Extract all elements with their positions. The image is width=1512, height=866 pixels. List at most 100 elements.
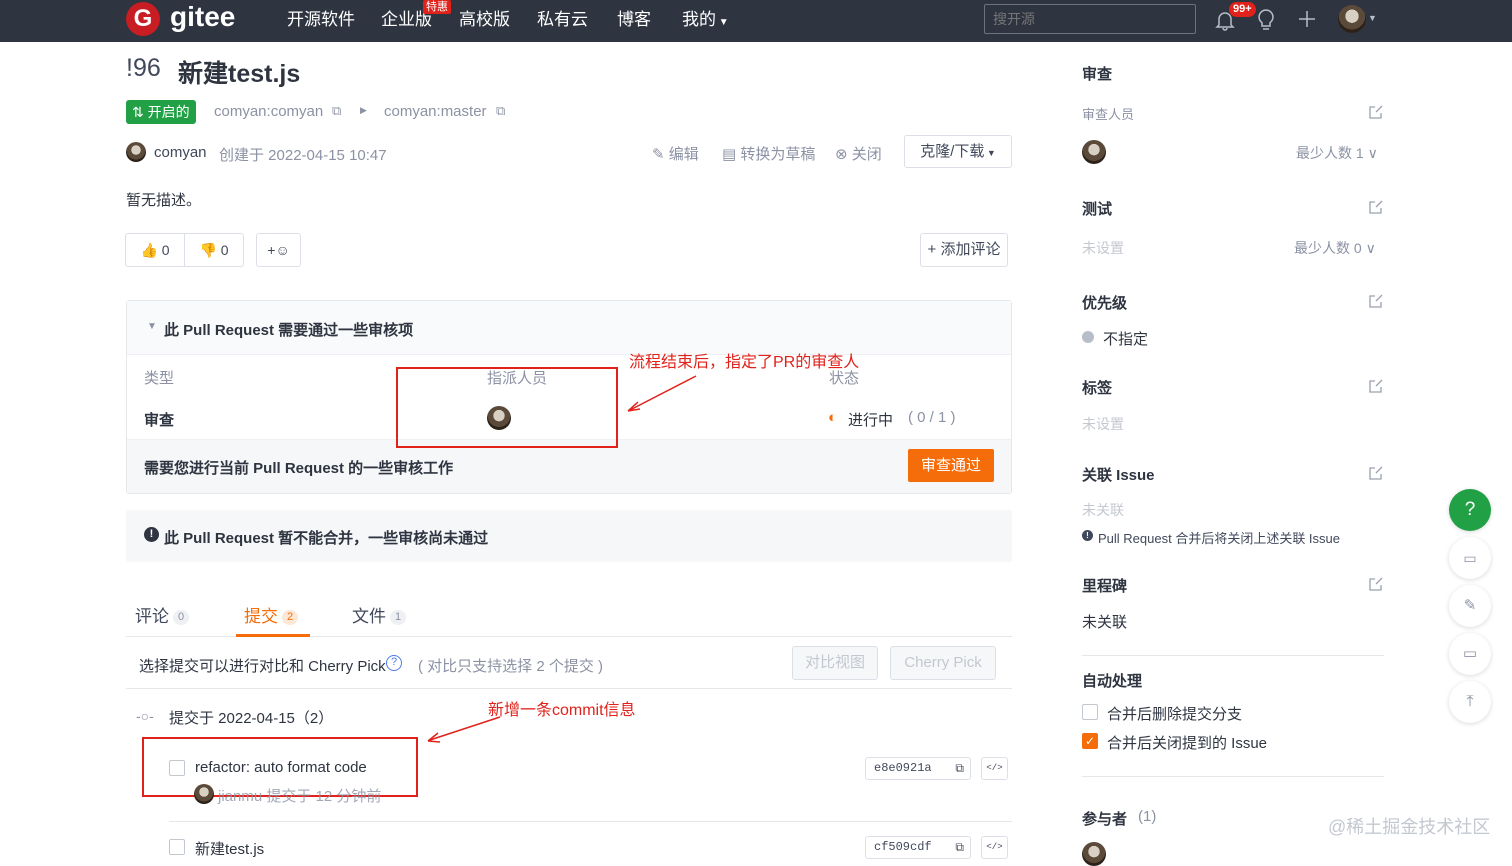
nav-item-edu[interactable]: 高校版 bbox=[459, 10, 510, 30]
tab-count: 1 bbox=[390, 610, 407, 626]
nav-item-opensource[interactable]: 开源软件 bbox=[287, 10, 355, 30]
gitee-logo-icon[interactable]: G bbox=[126, 2, 160, 36]
commit-message[interactable]: 新建test.js bbox=[195, 838, 264, 859]
commit-checkbox[interactable] bbox=[169, 760, 185, 776]
participant-avatar[interactable] bbox=[1082, 842, 1106, 866]
edit-icon[interactable] bbox=[1368, 293, 1384, 309]
tab-commits[interactable]: 提交 2 bbox=[244, 602, 299, 627]
user-avatar[interactable] bbox=[1338, 5, 1366, 33]
testers-min-select[interactable]: 最少人数 0 ∨ bbox=[1294, 238, 1376, 258]
author-avatar[interactable] bbox=[126, 142, 146, 162]
convert-draft-label: 转换为草稿 bbox=[740, 146, 816, 163]
arrow-up-icon: ⤒ bbox=[1466, 693, 1474, 710]
commit-meta: jianmu 提交于 12 分钟前 bbox=[218, 788, 382, 805]
thumbs-down-button[interactable]: 👎 0 bbox=[184, 233, 244, 267]
smile-icon: ☺ bbox=[275, 242, 290, 258]
edit-button[interactable]: ✎ 编辑 bbox=[652, 143, 699, 164]
edit-fab-button[interactable]: ✎ bbox=[1449, 585, 1491, 627]
commit-message[interactable]: refactor: auto format code bbox=[195, 759, 367, 776]
delete-branch-checkbox[interactable] bbox=[1082, 704, 1098, 720]
code-icon: ▭ bbox=[1463, 550, 1477, 566]
sidebar-milestone-title: 里程碑 bbox=[1082, 578, 1128, 595]
copy-icon[interactable]: ⧉ bbox=[955, 837, 964, 858]
help-icon[interactable]: ? bbox=[386, 655, 402, 671]
delete-branch-label: 合并后删除提交分支 bbox=[1107, 706, 1243, 723]
back-to-top-button[interactable]: ⤒ bbox=[1449, 681, 1491, 723]
copy-icon[interactable]: ⧉ bbox=[496, 103, 505, 119]
commit-compare-hint: 选择提交可以进行对比和 Cherry Pick bbox=[139, 658, 386, 675]
caret-down-icon[interactable]: ▼ bbox=[1368, 13, 1377, 23]
reviewers-min: 最少人数 1 bbox=[1296, 145, 1364, 161]
browse-code-button[interactable]: </> bbox=[981, 757, 1008, 780]
sidebar-labels-value: 未设置 bbox=[1082, 416, 1124, 432]
draft-icon: ▤ bbox=[722, 146, 741, 163]
reviewer-avatar[interactable] bbox=[1082, 140, 1106, 164]
edit-icon[interactable] bbox=[1368, 199, 1384, 215]
author-name[interactable]: comyan bbox=[154, 144, 207, 161]
plus-icon[interactable] bbox=[1297, 9, 1317, 29]
annotation-arrow-icon bbox=[427, 716, 501, 743]
testers-min: 最少人数 0 bbox=[1294, 240, 1362, 256]
nav-item-mine[interactable]: 我的 ▼ bbox=[682, 10, 729, 33]
copy-icon[interactable]: ⧉ bbox=[955, 758, 964, 779]
edit-icon[interactable] bbox=[1368, 465, 1384, 481]
thumbs-up-button[interactable]: 👍 0 bbox=[125, 233, 185, 267]
lightbulb-icon[interactable] bbox=[1256, 8, 1276, 32]
nav-item-blog[interactable]: 博客 bbox=[617, 10, 651, 30]
tab-count: 2 bbox=[282, 610, 299, 626]
pr-number: !96 bbox=[126, 54, 161, 82]
clone-download-label: 克隆/下载 bbox=[920, 143, 985, 160]
help-fab-button[interactable]: ? bbox=[1449, 489, 1491, 531]
edit-icon[interactable] bbox=[1368, 378, 1384, 394]
caret-down-icon[interactable]: ▼ bbox=[147, 321, 157, 332]
add-reaction-button[interactable]: +☺ bbox=[256, 233, 301, 267]
merge-notice-text: 此 Pull Request 暂不能合并，一些审核尚未通过 bbox=[164, 530, 489, 547]
gitee-logo-text[interactable]: gitee bbox=[170, 0, 235, 34]
target-branch[interactable]: comyan:master bbox=[384, 103, 487, 120]
sidebar-test-title: 测试 bbox=[1082, 201, 1113, 218]
commit-compare-subhint: ( 对比只支持选择 2 个提交 ) bbox=[418, 658, 604, 675]
sidebar-auto-title: 自动处理 bbox=[1082, 673, 1143, 690]
commit-checkbox[interactable] bbox=[169, 839, 185, 855]
notification-badge: 99+ bbox=[1229, 2, 1256, 17]
source-branch[interactable]: comyan:comyan bbox=[214, 103, 323, 120]
compare-view-button[interactable]: 对比视图 bbox=[792, 646, 878, 680]
review-notice: 需要您进行当前 Pull Request 的一些审核工作 bbox=[144, 460, 454, 477]
close-button[interactable]: ⊗ 关闭 bbox=[835, 143, 882, 164]
priority-dot-icon bbox=[1082, 331, 1094, 343]
search-input[interactable] bbox=[984, 4, 1196, 34]
divider bbox=[169, 821, 1012, 822]
sidebar-milestone-value: 未关联 bbox=[1082, 614, 1128, 631]
tab-files[interactable]: 文件 1 bbox=[352, 602, 407, 627]
nav-item-private-cloud[interactable]: 私有云 bbox=[537, 10, 588, 30]
edit-icon[interactable] bbox=[1368, 104, 1384, 120]
close-issue-checkbox[interactable]: ✓ bbox=[1082, 733, 1098, 749]
approve-button[interactable]: 审查通过 bbox=[908, 449, 994, 482]
copy-icon[interactable]: ⧉ bbox=[332, 103, 341, 119]
close-issue-label: 合并后关闭提到的 Issue bbox=[1107, 735, 1268, 752]
tab-comments-label: 评论 bbox=[135, 607, 169, 626]
commit-author-avatar[interactable] bbox=[194, 784, 214, 804]
sidebar-reviewers-label: 审查人员 bbox=[1082, 107, 1135, 122]
edit-icon[interactable] bbox=[1368, 576, 1384, 592]
reviewers-min-select[interactable]: 最少人数 1 ∨ bbox=[1296, 143, 1378, 163]
tab-files-label: 文件 bbox=[352, 607, 386, 626]
review-status: 进行中 bbox=[848, 412, 894, 429]
status-badge-label: 开启的 bbox=[147, 104, 190, 120]
commit-sha[interactable]: cf509cdf ⧉ bbox=[865, 836, 971, 859]
convert-draft-button[interactable]: ▤ 转换为草稿 bbox=[722, 143, 815, 164]
code-fab-button[interactable]: ▭ bbox=[1449, 537, 1491, 579]
add-comment-button[interactable]: + 添加评论 bbox=[920, 233, 1008, 267]
created-time: 创建于 2022-04-15 10:47 bbox=[219, 147, 387, 164]
tab-comments[interactable]: 评论 0 bbox=[135, 602, 190, 627]
annotation-commit: 新增一条commit信息 bbox=[488, 702, 636, 719]
annotation-box bbox=[396, 367, 618, 448]
clone-download-button[interactable]: 克隆/下载 ▼ bbox=[904, 135, 1012, 168]
browse-code-button[interactable]: </> bbox=[981, 836, 1008, 859]
cherry-pick-button[interactable]: Cherry Pick bbox=[890, 646, 996, 680]
comment-fab-button[interactable]: ▭ bbox=[1449, 633, 1491, 675]
active-tab-indicator bbox=[236, 634, 310, 637]
tab-count: 0 bbox=[173, 610, 190, 626]
info-icon: ! bbox=[1082, 530, 1093, 541]
commit-sha[interactable]: e8e0921a ⧉ bbox=[865, 757, 971, 780]
